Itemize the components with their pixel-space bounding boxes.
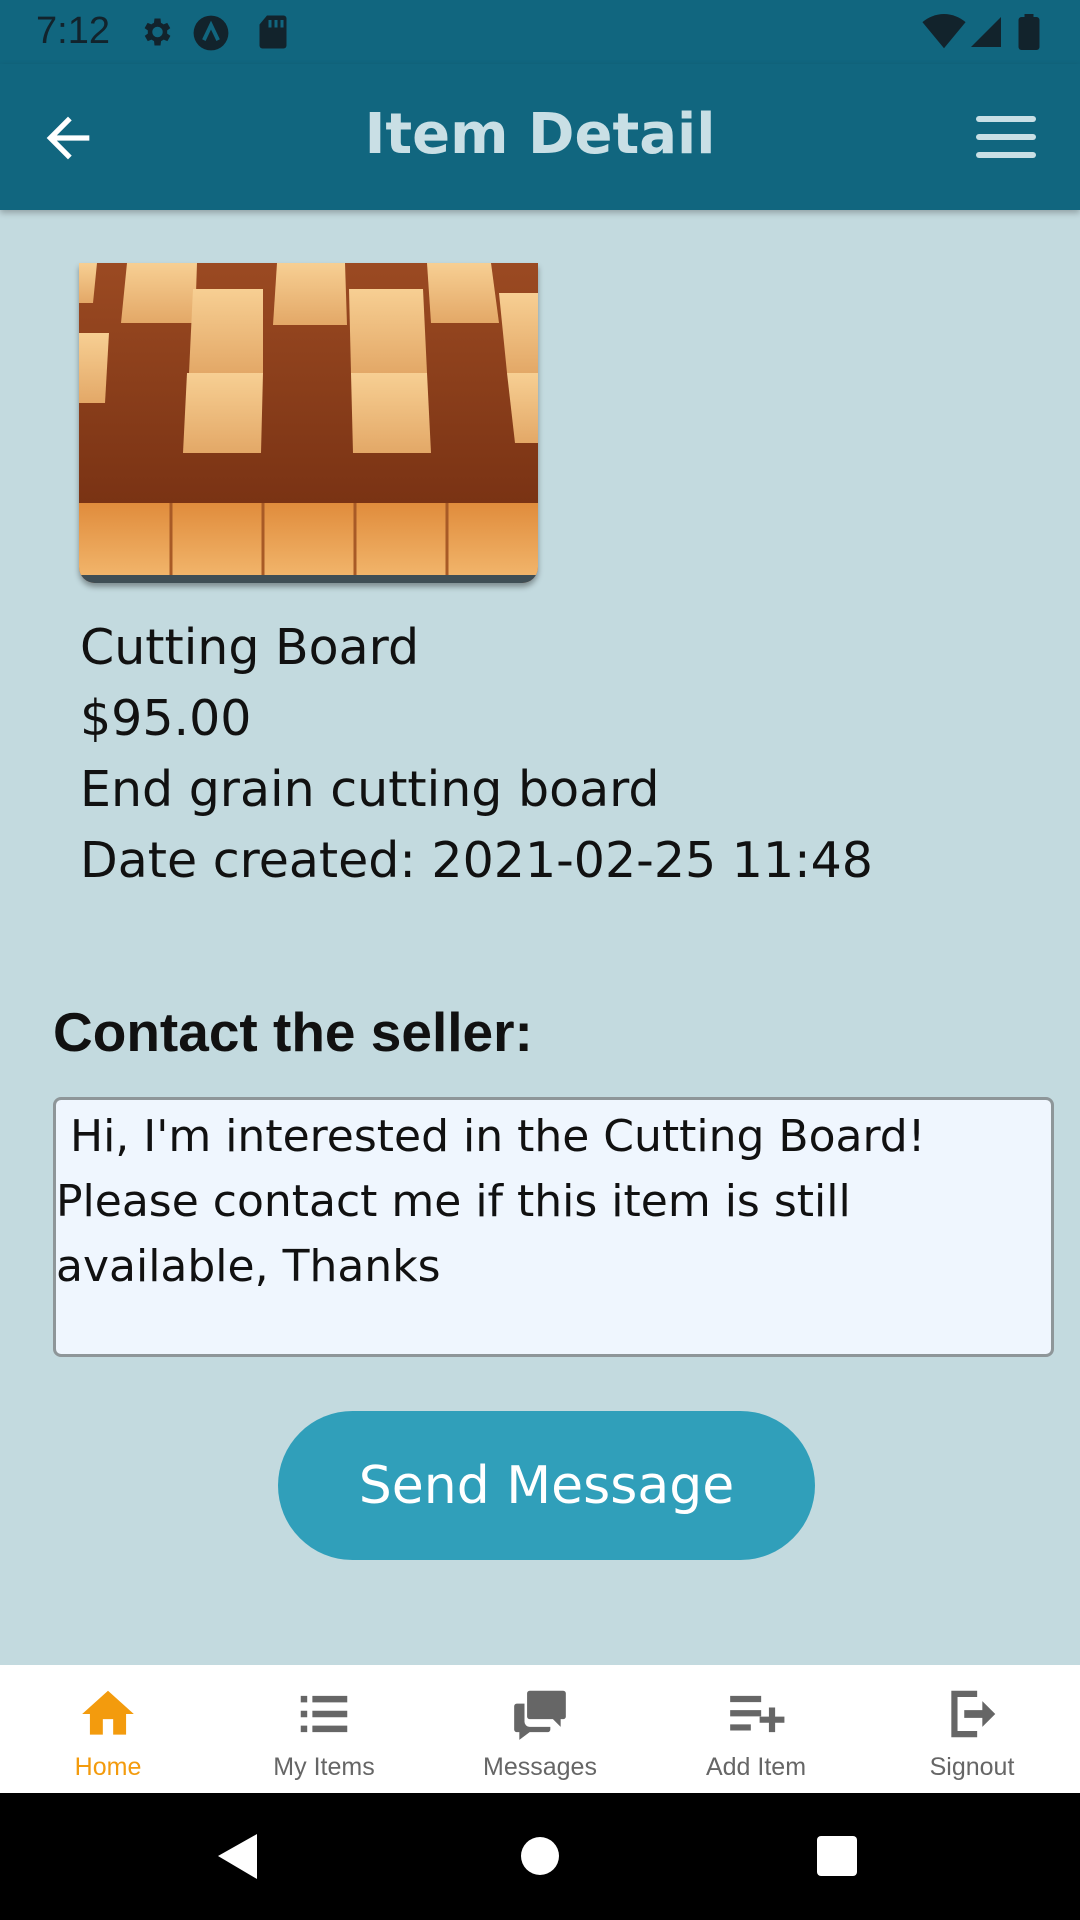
system-recents-button[interactable] [778, 1793, 898, 1920]
playlist-add-icon [730, 1695, 785, 1733]
nav-label-signout: Signout [929, 1753, 1015, 1781]
home-icon [82, 1690, 134, 1735]
nav-item-my-items[interactable]: My Items [216, 1665, 432, 1793]
item-price: $95.00 [80, 690, 252, 747]
nav-item-home[interactable]: Home [0, 1665, 216, 1793]
nav-item-add-item[interactable]: Add Item [648, 1665, 864, 1793]
send-message-button[interactable]: Send Message [278, 1411, 815, 1560]
list-icon [300, 1695, 348, 1733]
app-a-icon [192, 14, 230, 56]
battery-icon [1018, 14, 1040, 54]
system-nav-bar [0, 1793, 1080, 1920]
system-home-button[interactable] [480, 1793, 600, 1920]
status-time: 7:12 [36, 10, 110, 52]
menu-button[interactable] [976, 112, 1036, 162]
nav-item-signout[interactable]: Signout [864, 1665, 1080, 1793]
item-name: Cutting Board [80, 619, 420, 676]
nav-label-home: Home [74, 1753, 142, 1781]
item-image [79, 263, 538, 583]
app-bar: Item Detail [0, 64, 1080, 210]
system-back-button[interactable] [178, 1793, 298, 1920]
triangle-back-icon [218, 1834, 257, 1879]
contact-heading: Contact the seller: [53, 1001, 533, 1063]
chat-bubbles-icon [514, 1690, 566, 1740]
nav-label-messages: Messages [483, 1753, 597, 1781]
page-title: Item Detail [364, 102, 716, 167]
nav-item-messages[interactable]: Messages [432, 1665, 648, 1793]
circle-home-icon [521, 1837, 559, 1875]
item-description: End grain cutting board [80, 761, 660, 818]
message-input[interactable]: Hi, I'm interested in the Cutting Board!… [53, 1097, 1054, 1357]
item-date-created: Date created: 2021-02-25 11:48 [80, 832, 873, 889]
sd-card-icon [258, 14, 288, 54]
signal-icon [968, 14, 1004, 54]
bottom-nav: Home My Items Messages Add Item Signout [0, 1665, 1080, 1793]
square-recents-icon [817, 1836, 857, 1876]
status-bar: 7:12 [0, 0, 1080, 64]
item-info: Cutting Board $95.00 End grain cutting b… [80, 612, 873, 896]
nav-label-my-items: My Items [273, 1753, 375, 1781]
gear-icon [138, 14, 174, 54]
hamburger-menu-icon [976, 116, 1036, 158]
nav-label-add-item: Add Item [705, 1753, 807, 1781]
logout-icon [951, 1690, 996, 1738]
wifi-icon [922, 14, 966, 54]
